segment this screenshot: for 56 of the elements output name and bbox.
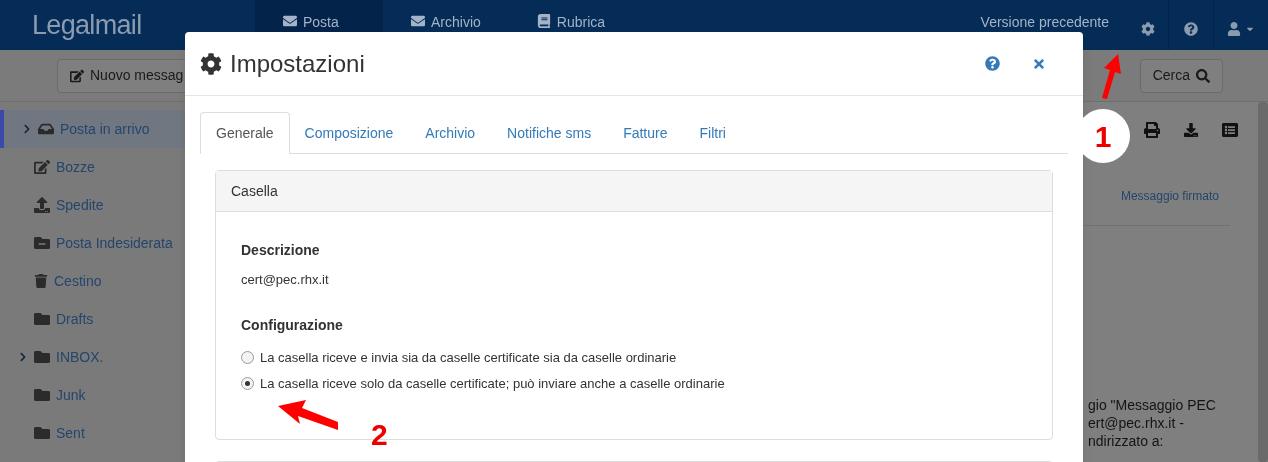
- radio-option[interactable]: La casella riceve e invia sia da caselle certificate sia da caselle ordinarie: [241, 347, 1027, 367]
- search-button[interactable]: Cerca: [1139, 58, 1223, 93]
- nav-tab[interactable]: Rubrica: [508, 0, 634, 50]
- annotation-number: 2: [371, 420, 388, 450]
- settings-tab[interactable]: Notifiche sms: [492, 112, 607, 154]
- folder-icon: [34, 387, 50, 403]
- description-label: Descrizione: [241, 241, 321, 260]
- message-text: ert@pec.rhx.it -: [1088, 414, 1185, 432]
- radio-button[interactable]: [241, 350, 254, 364]
- sidebar-item[interactable]: Posta Indesiderata: [0, 224, 185, 262]
- folder-block-icon: [34, 235, 50, 251]
- folder-icon: [34, 311, 50, 327]
- tray-up-icon: [34, 197, 50, 213]
- sidebar-item[interactable]: INBOX.: [0, 338, 185, 376]
- sidebar-item[interactable]: Spedite: [0, 186, 185, 224]
- message-text: gio "Messaggio PEC: [1088, 396, 1217, 414]
- trash-icon: [34, 274, 48, 288]
- sidebar-item[interactable]: Junk: [0, 376, 185, 414]
- edit-icon: [70, 68, 84, 83]
- settings-icon: [1140, 22, 1155, 36]
- folder-pencil-icon: [34, 159, 50, 175]
- previous-version-link[interactable]: Versione precedente: [980, 12, 1109, 33]
- download-icon[interactable]: [1184, 122, 1198, 138]
- settings-tab[interactable]: Generale: [200, 112, 290, 154]
- message-text: ndirizzato a:: [1088, 432, 1165, 450]
- sidebar-item[interactable]: Sent: [0, 414, 185, 452]
- radio-option[interactable]: La casella riceve solo da caselle certificate; può inviare anche a caselle ordinarie: [241, 374, 1027, 394]
- sidebar-item[interactable]: Bozze: [0, 148, 185, 186]
- dialog-title: Impostazioni: [230, 48, 365, 79]
- help-icon[interactable]: [985, 56, 1000, 71]
- logo: Legalmail: [32, 8, 142, 42]
- envelope-icon: [411, 14, 425, 28]
- signed-message-link[interactable]: Messaggio firmato: [1120, 187, 1219, 205]
- configuration-label: Configurazione: [241, 315, 344, 335]
- folder-icon: [34, 349, 50, 365]
- inbox-icon: [38, 121, 54, 137]
- folder-icon: [34, 425, 50, 441]
- radio-button[interactable]: [241, 377, 254, 391]
- help-icon: [1184, 22, 1198, 36]
- settings-tab[interactable]: Fatture: [608, 112, 683, 154]
- settings-tab[interactable]: Composizione: [289, 112, 409, 154]
- envelope-icon: [283, 14, 297, 28]
- sidebar-item[interactable]: Cestino: [0, 262, 185, 300]
- settings-tab[interactable]: Archivio: [410, 112, 491, 154]
- close-icon[interactable]: [1032, 56, 1046, 71]
- list-icon[interactable]: [1222, 122, 1238, 138]
- panel-heading: Casella: [216, 171, 1052, 212]
- user-icon: [1227, 22, 1241, 36]
- description-value: cert@pec.rhx.it: [241, 271, 330, 289]
- sidebar-item[interactable]: Drafts: [0, 300, 185, 338]
- settings-icon: [200, 52, 222, 75]
- book-icon: [536, 14, 551, 28]
- search-icon: [1196, 68, 1210, 83]
- print-icon[interactable]: [1144, 122, 1160, 138]
- settings-tab[interactable]: Filtri: [684, 112, 741, 154]
- nav-tab[interactable]: Archivio: [383, 0, 509, 50]
